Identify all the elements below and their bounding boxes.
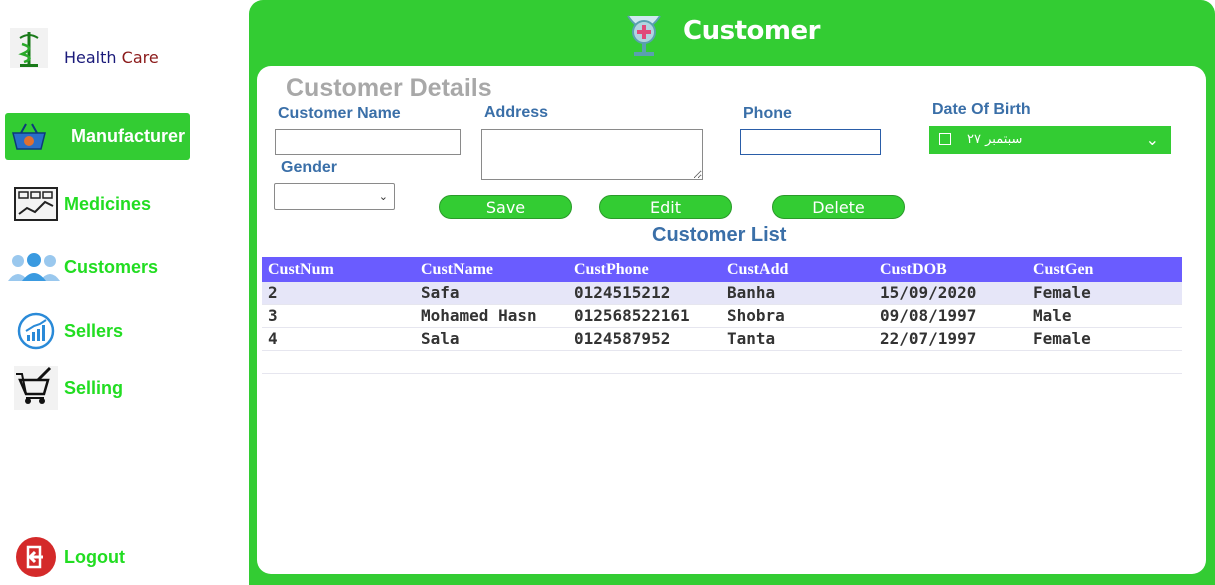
sidebar-item-manufacturer[interactable]: Manufacturer (5, 113, 190, 160)
sidebar-item-label: Sellers (64, 320, 124, 341)
logout-icon (8, 537, 64, 577)
sidebar-item-label: Customers (64, 256, 159, 277)
phone-input[interactable] (741, 130, 880, 154)
address-label: Address (484, 104, 549, 121)
customer-name-label: Customer Name (278, 105, 401, 122)
table-cell: Safa (421, 283, 460, 302)
phone-field[interactable] (740, 129, 881, 155)
column-header[interactable]: CustNum (262, 257, 415, 282)
brand-part2: Care (121, 48, 159, 67)
column-header[interactable]: CustName (415, 257, 568, 282)
sidebar-item-label: Medicines (64, 193, 152, 214)
table-row[interactable]: 3 Mohamed Hasn 012568522161 Shobra 09/08… (262, 305, 1182, 328)
logout-label: Logout (64, 546, 125, 567)
page-title: Customer (683, 16, 820, 46)
table-row[interactable]: 4 Sala 0124587952 Tanta 22/07/1997 Femal… (262, 328, 1182, 351)
brand-part1: Health (64, 48, 117, 67)
sidebar: Health Care Manufacturer Medicines Custo… (0, 0, 248, 585)
table-cell: Mohamed Hasn (421, 306, 537, 325)
table-cell: Shobra (727, 306, 785, 325)
users-icon (4, 247, 64, 287)
column-header[interactable]: CustAdd (721, 257, 874, 282)
delete-button[interactable]: Delete (772, 195, 905, 219)
gender-select[interactable]: ⌄ (274, 183, 395, 210)
caduceus-logo-icon (10, 28, 48, 68)
chart-board-icon (8, 184, 64, 224)
customer-name-field[interactable] (275, 129, 461, 155)
table-cell: Female (1033, 329, 1091, 348)
edit-button[interactable]: Edit (599, 195, 732, 219)
table-cell: 15/09/2020 (880, 283, 977, 302)
list-title: Customer List (652, 224, 787, 246)
growth-chart-icon (8, 311, 64, 351)
gender-label: Gender (281, 159, 338, 176)
sidebar-item-medicines[interactable]: Medicines (8, 184, 151, 224)
grid-header: CustNum CustName CustPhone CustAdd CustD… (262, 257, 1182, 282)
table-cell: 0124515212 (574, 283, 671, 302)
logout-button[interactable]: Logout (8, 537, 125, 577)
column-header[interactable]: CustDOB (874, 257, 1027, 282)
table-cell: 09/08/1997 (880, 306, 977, 325)
sidebar-item-customers[interactable]: Customers (4, 247, 158, 287)
sidebar-item-sellers[interactable]: Sellers (8, 311, 123, 351)
brand-name: Health Care (64, 48, 159, 67)
dob-label: Date Of Birth (932, 101, 1031, 118)
table-cell: Banha (727, 283, 776, 302)
table-row[interactable]: 2 Safa 0124515212 Banha 15/09/2020 Femal… (262, 282, 1182, 305)
table-cell: Tanta (727, 329, 776, 348)
customer-name-input[interactable] (276, 130, 460, 154)
save-button[interactable]: Save (439, 195, 572, 219)
customer-grid[interactable]: CustNum CustName CustPhone CustAdd CustD… (262, 257, 1182, 374)
calendar-icon (939, 133, 951, 145)
column-header[interactable]: CustPhone (568, 257, 721, 282)
table-cell: 4 (268, 329, 278, 348)
sidebar-item-label: Manufacturer (71, 126, 186, 146)
table-cell: Sala (421, 329, 460, 348)
section-title: Customer Details (286, 74, 492, 102)
table-cell: Female (1033, 283, 1091, 302)
basket-icon (5, 117, 53, 157)
table-cell: Male (1033, 306, 1072, 325)
table-cell: 2 (268, 283, 278, 302)
table-cell: 0124587952 (574, 329, 671, 348)
table-cell: 22/07/1997 (880, 329, 977, 348)
cart-mortar-icon (8, 366, 64, 410)
column-header[interactable]: CustGen (1027, 257, 1180, 282)
address-field[interactable] (481, 129, 703, 180)
empty-row[interactable] (262, 351, 1182, 374)
phone-label: Phone (743, 105, 792, 122)
date-of-birth-picker[interactable]: سبتمبر ٢٧ ⌄ (929, 126, 1171, 154)
sidebar-item-selling[interactable]: Selling (8, 366, 124, 410)
table-cell: 012568522161 (574, 306, 690, 325)
chevron-down-icon: ⌄ (1145, 132, 1159, 149)
medicine-cup-icon (622, 10, 666, 58)
table-cell: 3 (268, 306, 278, 325)
chevron-down-icon: ⌄ (378, 191, 388, 203)
date-value: سبتمبر ٢٧ (967, 132, 1023, 147)
address-input[interactable] (482, 130, 702, 179)
sidebar-item-label: Selling (64, 377, 124, 398)
